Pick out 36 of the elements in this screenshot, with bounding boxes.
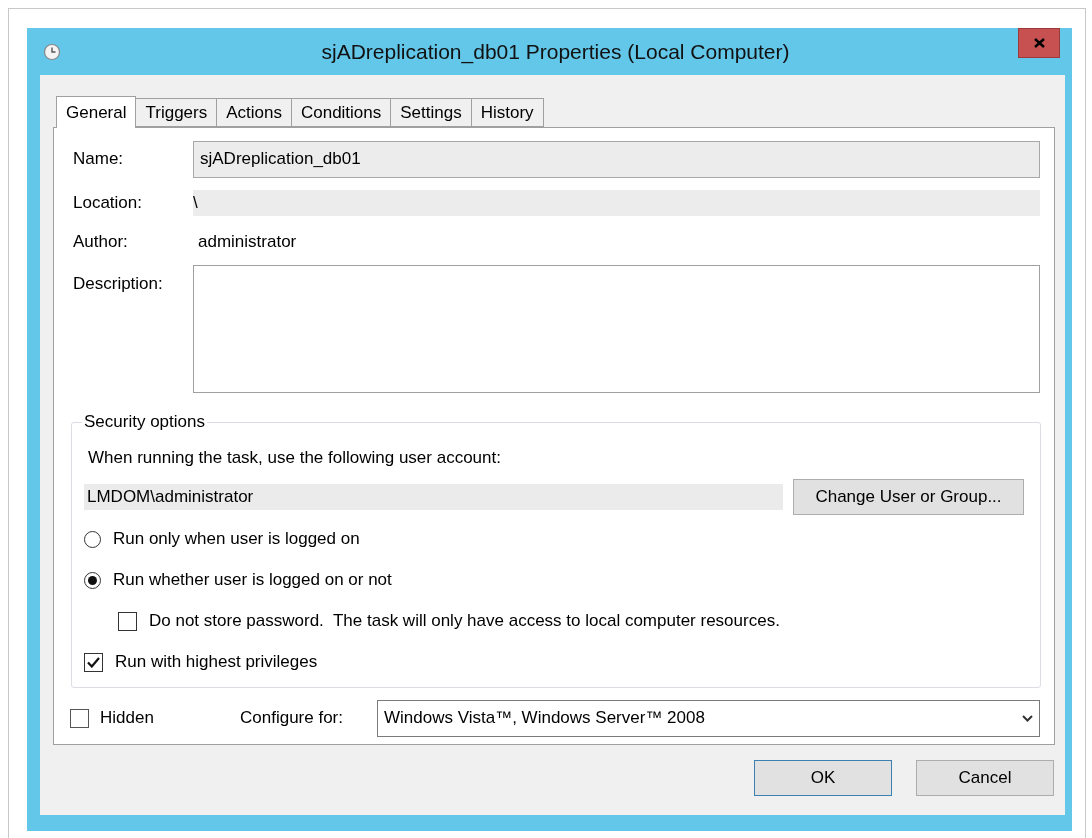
chevron-down-icon: [1022, 714, 1033, 722]
option-label: Run whether user is logged on or not: [113, 569, 392, 592]
dialog-button[interactable]: Cancel: [916, 760, 1054, 796]
change-user-button[interactable]: Change User or Group...: [793, 478, 1024, 515]
checkbox[interactable]: [70, 708, 89, 728]
configure-label: Configure for:: [240, 707, 344, 730]
field-label: Description:: [73, 273, 164, 295]
checkbox[interactable]: [118, 611, 137, 631]
dialog-button[interactable]: OK: [754, 760, 892, 796]
checkbox[interactable]: [84, 652, 103, 672]
window-title: sjADreplication_db01 Properties (Local Computer): [320, 38, 791, 66]
option-label: Run only when user is logged on: [113, 528, 360, 551]
close-icon: [1033, 38, 1045, 48]
option-label: Do not store password. The task will only have access to local computer resources.: [149, 610, 780, 633]
field-label: Location:: [73, 192, 143, 215]
tab[interactable]: General: [56, 96, 137, 128]
close-button[interactable]: [1018, 28, 1060, 58]
author-value: administrator: [198, 231, 297, 254]
option-label: Run with highest privileges: [115, 651, 318, 674]
tab[interactable]: Conditions: [291, 98, 392, 127]
field-label: Name:: [73, 148, 125, 171]
hidden-label: Hidden: [100, 707, 154, 730]
tab[interactable]: History: [471, 98, 544, 127]
radio-button[interactable]: [84, 571, 101, 589]
user-account-field: LMDOM\administrator: [84, 483, 783, 510]
name-field[interactable]: sjADreplication_db01: [193, 140, 1040, 178]
field-label: Author:: [73, 231, 129, 254]
tab[interactable]: Settings: [391, 98, 472, 127]
radio-button[interactable]: [84, 530, 101, 548]
location-field: \: [193, 190, 1040, 216]
tab[interactable]: Actions: [217, 98, 292, 127]
description-field[interactable]: [193, 265, 1040, 393]
tab[interactable]: Triggers: [136, 98, 218, 127]
account-prompt: When running the task, use the following user account:: [88, 447, 502, 469]
clock-icon: [43, 42, 61, 61]
configure-dropdown[interactable]: Windows Vista™, Windows Server™ 2008: [377, 699, 1040, 737]
